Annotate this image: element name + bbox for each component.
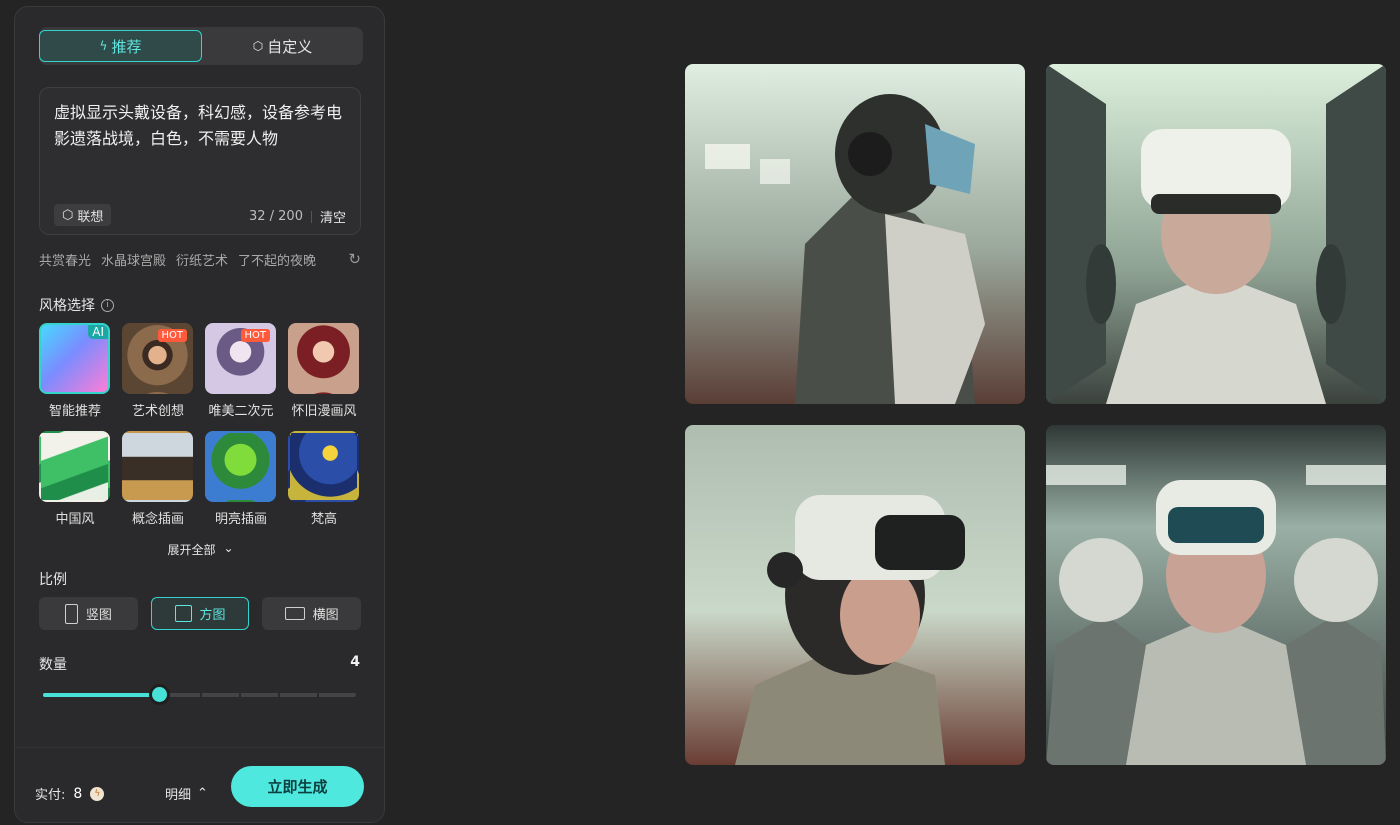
chevron-down-icon: ⌄ [223,541,234,555]
style-section-title: 风格选择 i [39,295,114,315]
quantity-section-title: 数量 [39,654,67,674]
ratio-label: 竖图 [85,608,112,623]
landscape-icon [284,607,305,620]
expand-all-button[interactable]: 展开全部 ⌄ [15,541,384,558]
slider-tick [239,693,241,697]
tab-recommend[interactable]: ϟ 推荐 [39,30,202,62]
associate-button[interactable]: ⬡ 联想 [54,204,112,226]
ratio-square-button[interactable]: 方图 [150,597,250,630]
result-image[interactable] [1046,64,1386,404]
style-label: 艺术创想 [131,404,184,419]
style-item-anime[interactable]: HOT 唯美二次元 [205,323,277,419]
result-image[interactable] [685,64,1025,404]
style-label: 明亮插画 [214,512,267,527]
style-thumb: HOT [205,323,276,394]
style-label: 唯美二次元 [208,404,274,419]
associate-label: 联想 [77,209,104,225]
footer-bar: 实付: 8 ϟ 明细 ⌃ 立即生成 [15,747,384,822]
ratio-title: 比例 [39,572,67,588]
ratio-label: 方图 [199,608,226,623]
style-item-concept[interactable]: 概念插画 [122,431,194,527]
slider-fill [43,693,159,697]
style-label: 中国风 [55,512,95,527]
tab-custom-label: 自定义 [267,37,313,56]
style-label: 怀旧漫画风 [291,404,357,419]
detail-label: 明细 [165,788,192,803]
quantity-title: 数量 [39,657,67,673]
style-title: 风格选择 [39,298,95,314]
divider [310,210,312,223]
ratio-section-title: 比例 [39,569,67,589]
style-item-vangogh[interactable]: 梵高 [288,431,360,527]
prompt-text[interactable]: 虚拟显示头戴设备，科幻感，设备参考电影遗落战境，白色，不需要人物 [54,100,350,152]
ratio-landscape-button[interactable]: 横图 [262,597,362,630]
refresh-icon[interactable]: ↻ [348,250,361,268]
pay-amount: 8 [73,785,83,802]
suggestion-item[interactable]: 水晶球宫殿 [101,250,166,269]
char-count: 32 [248,209,266,224]
ratio-portrait-button[interactable]: 竖图 [39,597,138,630]
settings-panel: ϟ 推荐 ⬡ 自定义 虚拟显示头戴设备，科幻感，设备参考电影遗落战境，白色，不需… [14,6,385,823]
slider-handle[interactable] [149,684,170,705]
ratio-options: 竖图 方图 横图 [39,597,362,630]
style-thumb [288,323,359,394]
info-icon[interactable]: i [101,298,114,312]
style-item-chinese[interactable]: 中国风 [39,431,111,527]
ratio-label: 横图 [312,608,339,623]
style-thumb: AI [39,323,110,394]
style-item-smart[interactable]: AI 智能推荐 [39,323,111,419]
coin-icon: ϟ [90,786,105,801]
prompt-suggestions: 共赏春光 水晶球宫殿 衍纸艺术 了不起的夜晚 ↻ [39,250,361,269]
style-thumb [39,431,110,502]
square-icon [174,605,192,622]
slider-tick [317,693,319,697]
bolt-icon: ϟ [99,39,108,53]
expand-all-label: 展开全部 [167,543,216,557]
prompt-input[interactable]: 虚拟显示头戴设备，科幻感，设备参考电影遗落战境，白色，不需要人物 ⬡ 联想 32… [39,87,361,235]
char-max: 200 [278,209,303,224]
generate-button[interactable]: 立即生成 [231,766,364,807]
chevron-up-icon: ⌃ [197,786,208,801]
associate-icon: ⬡ [62,207,74,223]
slider-tick [278,693,280,697]
result-image[interactable] [685,425,1025,765]
style-label: 智能推荐 [48,404,101,419]
hot-badge: HOT [240,329,270,342]
ai-badge: AI [88,325,108,339]
tab-custom[interactable]: ⬡ 自定义 [202,27,363,65]
mode-tabs: ϟ 推荐 ⬡ 自定义 [39,27,363,65]
cube-icon: ⬡ [252,39,264,53]
style-item-retro-comic[interactable]: 怀旧漫画风 [288,323,360,419]
quantity-value: 4 [350,654,360,670]
detail-button[interactable]: 明细 ⌃ [165,784,208,803]
style-grid: AI 智能推荐 HOT 艺术创想 HOT 唯美二次元 怀旧漫画风 中国风 概念插… [39,323,363,527]
suggestion-item[interactable]: 衍纸艺术 [176,250,228,269]
char-counter: 32 / 200 清空 [248,207,346,226]
clear-button[interactable]: 清空 [320,207,346,226]
style-label: 概念插画 [131,512,184,527]
style-item-bright[interactable]: 明亮插画 [205,431,277,527]
portrait-icon [64,603,78,624]
style-thumb [122,431,193,502]
payment-info: 实付: 8 ϟ [35,784,105,803]
style-label: 梵高 [310,512,337,527]
style-thumb [205,431,276,502]
hot-badge: HOT [157,329,187,342]
suggestion-item[interactable]: 共赏春光 [39,250,91,269]
quantity-slider[interactable] [43,684,356,705]
slider-tick [200,693,202,697]
tab-recommend-label: 推荐 [111,37,142,56]
result-image[interactable] [1046,425,1386,765]
style-thumb: HOT [122,323,193,394]
suggestion-item[interactable]: 了不起的夜晚 [238,250,316,269]
pay-label: 实付: [35,788,66,803]
style-thumb [288,431,359,502]
style-item-art[interactable]: HOT 艺术创想 [122,323,194,419]
